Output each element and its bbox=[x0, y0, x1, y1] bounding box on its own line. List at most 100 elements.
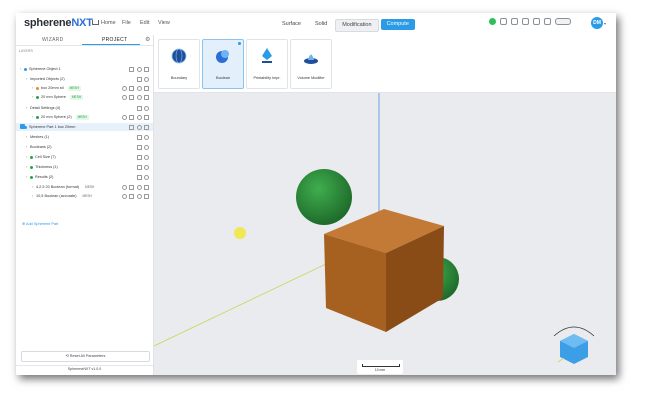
layer-row[interactable]: › Thickness (1) bbox=[16, 163, 153, 171]
menu-home[interactable]: Home bbox=[92, 20, 116, 26]
layer-row[interactable]: › 20 mm Sphere (2) MESH bbox=[16, 113, 153, 121]
layer-row[interactable]: › box 20mm stl MESH bbox=[16, 84, 153, 92]
row-actions bbox=[121, 113, 149, 121]
visibility-icon[interactable] bbox=[129, 66, 134, 72]
tab-modification[interactable]: Modification bbox=[335, 19, 379, 32]
layer-row[interactable]: › Results (2) bbox=[16, 173, 153, 181]
visibility-icon[interactable] bbox=[121, 94, 127, 100]
tool-boundary[interactable]: Boundary bbox=[158, 39, 200, 89]
visibility-icon[interactable] bbox=[136, 105, 142, 111]
layer-row[interactable]: › Meshes (1) bbox=[16, 133, 153, 141]
visibility-icon[interactable] bbox=[121, 193, 127, 199]
compute-button[interactable]: Compute bbox=[380, 19, 415, 30]
layer-label: Meshes (1) bbox=[30, 135, 49, 139]
more-icon[interactable]: ⚙ bbox=[145, 36, 150, 43]
row-actions bbox=[136, 143, 149, 151]
layer-type-icon bbox=[24, 67, 27, 71]
visibility-icon[interactable] bbox=[136, 76, 142, 82]
tab-project[interactable]: PROJECT bbox=[102, 37, 127, 43]
copy-icon[interactable] bbox=[136, 114, 142, 120]
undo-redo-group[interactable] bbox=[555, 18, 571, 25]
delete-icon[interactable] bbox=[144, 94, 149, 100]
delete-icon[interactable] bbox=[144, 114, 149, 120]
visibility-icon[interactable] bbox=[121, 85, 127, 91]
tab-surface[interactable]: Surface bbox=[276, 19, 307, 30]
window-icon[interactable] bbox=[522, 18, 529, 25]
row-actions bbox=[136, 104, 149, 112]
scale-label: 10 mm bbox=[374, 368, 386, 372]
visibility-icon[interactable] bbox=[136, 174, 142, 180]
copy-icon[interactable] bbox=[144, 66, 149, 72]
tab-solid[interactable]: Solid bbox=[309, 19, 333, 30]
delete-icon[interactable] bbox=[144, 184, 149, 190]
lock-icon[interactable] bbox=[144, 144, 149, 150]
layer-row[interactable]: › Booleans (2) bbox=[16, 143, 153, 151]
layer-row[interactable]: ›Spherene Part 1 box 20mm bbox=[16, 123, 153, 131]
row-actions bbox=[136, 75, 149, 83]
lock-icon[interactable] bbox=[144, 154, 149, 160]
link-icon[interactable] bbox=[511, 18, 518, 25]
copy-icon[interactable] bbox=[136, 193, 142, 199]
reset-all-parameters-button[interactable]: ⟲ Reset All Parameters bbox=[21, 351, 150, 362]
layer-row[interactable]: › Cell Size (7) bbox=[16, 153, 153, 161]
menu-edit[interactable]: Edit bbox=[140, 20, 149, 26]
visibility-icon[interactable] bbox=[136, 164, 142, 170]
view-cube[interactable] bbox=[553, 326, 595, 364]
settings-icon[interactable] bbox=[500, 18, 507, 25]
delete-icon[interactable] bbox=[144, 193, 149, 199]
lock-icon[interactable] bbox=[136, 124, 142, 130]
tool-volume-modifier[interactable]: Volume Modifier bbox=[290, 39, 332, 89]
top-bar: sphereneNXT Home File Edit View Surface … bbox=[16, 13, 616, 36]
layer-label: Thickness (1) bbox=[35, 165, 58, 169]
row-actions bbox=[121, 183, 149, 191]
app-logo[interactable]: sphereneNXT bbox=[24, 17, 93, 29]
add-spherene-part-link[interactable]: ⊕ Add Spherene Part bbox=[22, 221, 58, 226]
layer-row[interactable]: › 20 mm Sphere MESH bbox=[16, 93, 153, 101]
chevron-down-icon[interactable]: ▾ bbox=[604, 21, 606, 26]
layer-label: 20 mm Sphere bbox=[41, 95, 66, 99]
layer-row[interactable]: › Detail Settings (4) bbox=[16, 104, 153, 112]
tool-boolean[interactable]: Boolean bbox=[202, 39, 244, 89]
visibility-icon[interactable] bbox=[136, 144, 142, 150]
lock-icon[interactable] bbox=[129, 193, 134, 199]
lock-icon[interactable] bbox=[144, 105, 149, 111]
user-avatar[interactable]: DM bbox=[591, 17, 603, 29]
tool-label: Boundary bbox=[170, 76, 188, 80]
visibility-icon[interactable] bbox=[136, 134, 142, 140]
3d-viewport[interactable]: Boundary Boolean Printability Impr. Volu… bbox=[154, 35, 616, 375]
toolbar-right bbox=[489, 18, 571, 25]
menu-view[interactable]: View bbox=[158, 20, 170, 26]
lock-icon[interactable] bbox=[129, 94, 134, 100]
lock-icon[interactable] bbox=[144, 164, 149, 170]
lock-icon[interactable] bbox=[144, 134, 149, 140]
layer-row[interactable]: › Imported Objects (2) bbox=[16, 75, 153, 83]
copy-icon[interactable] bbox=[136, 94, 142, 100]
help-icon[interactable] bbox=[544, 18, 551, 25]
layer-row[interactable]: › Spherene Object 1 bbox=[16, 65, 153, 73]
delete-icon[interactable] bbox=[144, 85, 149, 91]
lock-icon[interactable] bbox=[129, 114, 134, 120]
visibility-icon[interactable] bbox=[121, 114, 127, 120]
tool-strip: Boundary Boolean Printability Impr. Volu… bbox=[154, 35, 616, 93]
row-actions bbox=[121, 192, 149, 200]
lock-icon[interactable] bbox=[144, 174, 149, 180]
lock-icon[interactable] bbox=[144, 76, 149, 82]
copy-icon[interactable] bbox=[136, 85, 142, 91]
copy-icon[interactable] bbox=[136, 184, 142, 190]
lock-icon[interactable] bbox=[136, 66, 142, 72]
copy-icon[interactable] bbox=[144, 124, 149, 130]
selection-checkbox[interactable] bbox=[20, 124, 25, 129]
notification-icon[interactable] bbox=[533, 18, 540, 25]
menu-file[interactable]: File bbox=[122, 20, 131, 26]
layer-row[interactable]: › 4,2,5 20 Boolean (format) MESH bbox=[16, 183, 153, 191]
mesh-badge: MESH bbox=[69, 94, 84, 100]
lock-icon[interactable] bbox=[129, 184, 134, 190]
visibility-icon[interactable] bbox=[121, 184, 127, 190]
visibility-icon[interactable] bbox=[129, 124, 134, 130]
layer-type-icon bbox=[36, 86, 39, 90]
tab-wizard[interactable]: WIZARD bbox=[42, 37, 64, 43]
visibility-icon[interactable] bbox=[136, 154, 142, 160]
lock-icon[interactable] bbox=[129, 85, 134, 91]
layer-row[interactable]: › 10,5 Boolean (accurate) MESH bbox=[16, 192, 153, 200]
tool-printability[interactable]: Printability Impr. bbox=[246, 39, 288, 89]
